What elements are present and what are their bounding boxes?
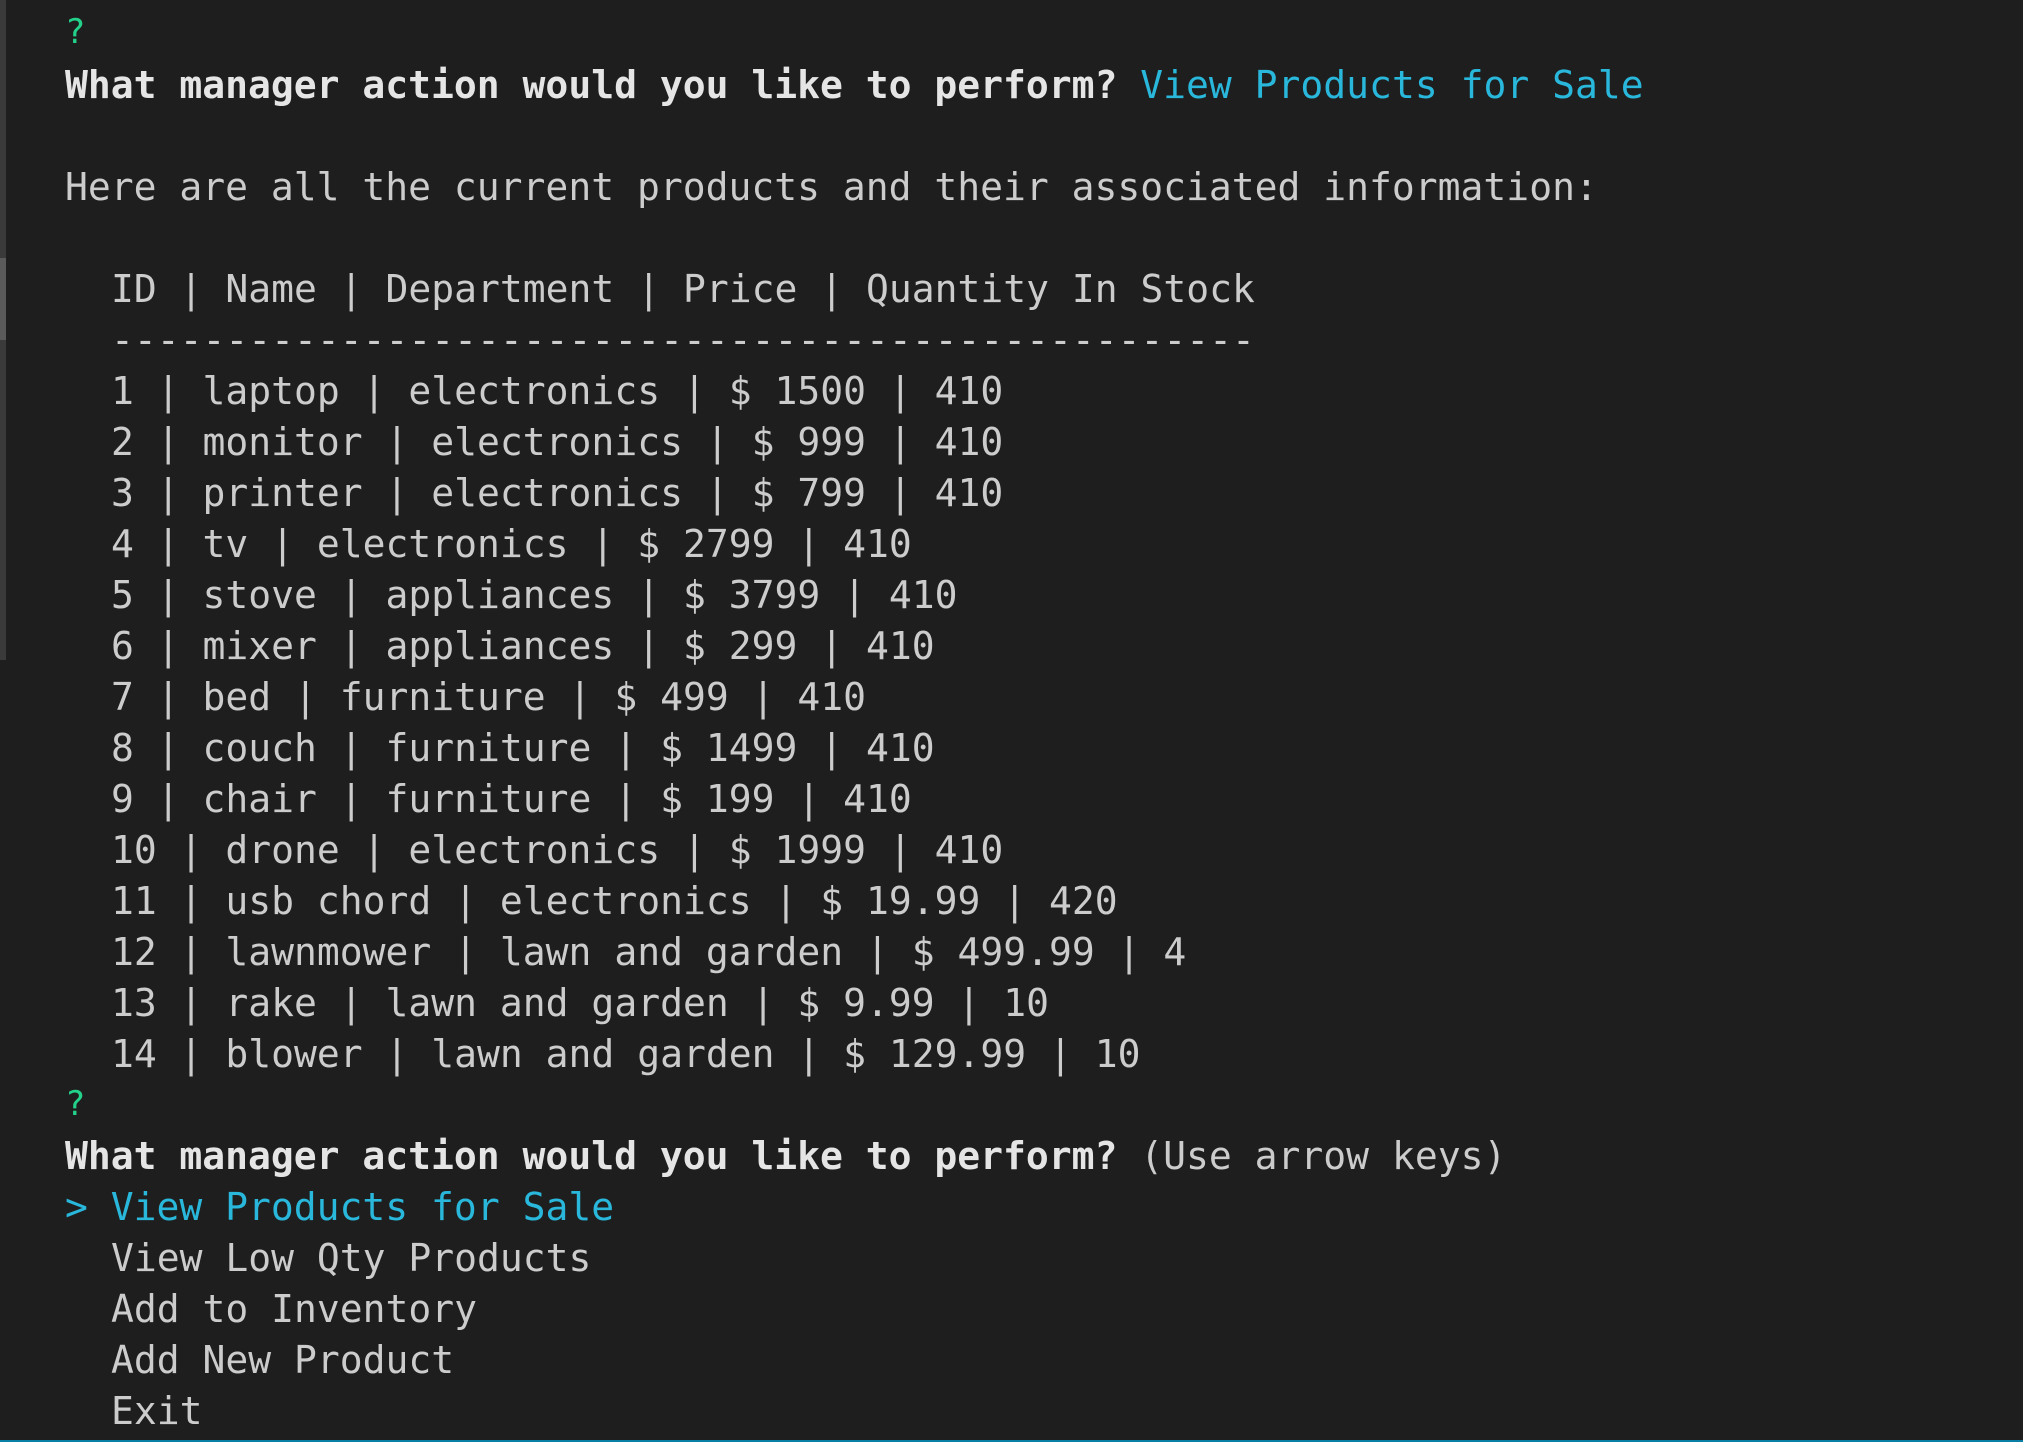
menu-item-exit[interactable]: Exit bbox=[111, 1385, 203, 1437]
terminal-output: ? What manager action would you like to … bbox=[0, 0, 2023, 1442]
table-row: 14 | blower | lawn and garden | $ 129.99… bbox=[111, 1032, 1141, 1076]
table-row: 5 | stove | appliances | $ 3799 | 410 bbox=[111, 573, 958, 617]
menu-item-view-products[interactable]: > View Products for Sale bbox=[65, 1181, 614, 1233]
table-row: 4 | tv | electronics | $ 2799 | 410 bbox=[111, 522, 912, 566]
table-row: 2 | monitor | electronics | $ 999 | 410 bbox=[111, 420, 1004, 464]
prompt-mark: ? bbox=[65, 1084, 86, 1124]
menu-item-view-low-qty[interactable]: View Low Qty Products bbox=[111, 1232, 591, 1284]
table-row: 12 | lawnmower | lawn and garden | $ 499… bbox=[111, 930, 1187, 974]
table-row: 10 | drone | electronics | $ 1999 | 410 bbox=[111, 828, 1004, 872]
question-line-1: What manager action would you like to pe… bbox=[65, 59, 1644, 111]
question-text: What manager action would you like to pe… bbox=[65, 63, 1118, 107]
selected-answer: View Products for Sale bbox=[1140, 63, 1644, 107]
prompt-mark: ? bbox=[65, 12, 86, 52]
table-row: 1 | laptop | electronics | $ 1500 | 410 bbox=[111, 369, 1004, 413]
question-line-2: What manager action would you like to pe… bbox=[65, 1130, 1506, 1182]
menu-item-add-inventory[interactable]: Add to Inventory bbox=[111, 1283, 477, 1335]
menu-item-add-product[interactable]: Add New Product bbox=[111, 1334, 454, 1386]
table-row: 3 | printer | electronics | $ 799 | 410 bbox=[111, 471, 1004, 515]
table-separator: ----------------------------------------… bbox=[111, 318, 1255, 362]
table-row: 6 | mixer | appliances | $ 299 | 410 bbox=[111, 624, 935, 668]
intro-text: Here are all the current products and th… bbox=[65, 165, 1598, 209]
table-row: 8 | couch | furniture | $ 1499 | 410 bbox=[111, 726, 935, 770]
hint-text: (Use arrow keys) bbox=[1140, 1134, 1507, 1178]
table-row: 11 | usb chord | electronics | $ 19.99 |… bbox=[111, 879, 1118, 923]
table-header: ID | Name | Department | Price | Quantit… bbox=[111, 267, 1255, 311]
table-row: 7 | bed | furniture | $ 499 | 410 bbox=[111, 675, 866, 719]
pointer-icon: > bbox=[65, 1185, 111, 1229]
question-text: What manager action would you like to pe… bbox=[65, 1134, 1118, 1178]
table-row: 9 | chair | furniture | $ 199 | 410 bbox=[111, 777, 912, 821]
menu-item-label: View Products for Sale bbox=[110, 1185, 615, 1229]
table-row: 13 | rake | lawn and garden | $ 9.99 | 1… bbox=[111, 981, 1049, 1025]
